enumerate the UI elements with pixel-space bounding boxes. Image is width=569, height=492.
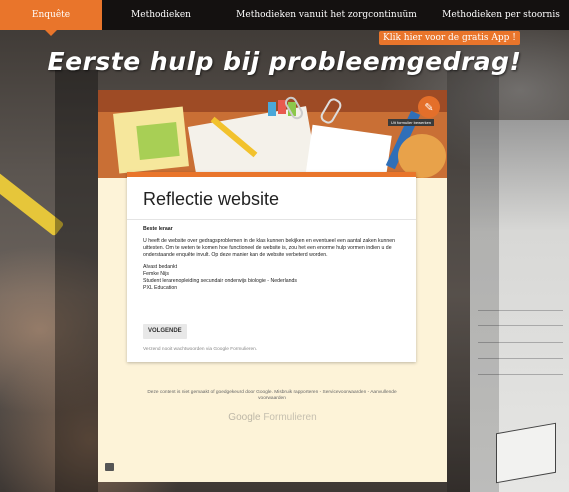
intro-text: U heeft de website over gedragsproblemen… (143, 238, 396, 258)
form-title: Reflectie website (143, 189, 280, 209)
nav-item-enquete[interactable]: Enquête (0, 0, 102, 36)
edit-form-button[interactable]: ✎ (418, 96, 440, 118)
signature-org: PXL Education (143, 285, 178, 291)
background-shade-right (447, 70, 499, 492)
nav-item-per-stoornis[interactable]: Methodieken per stoornis (433, 0, 569, 30)
google-forms-logo[interactable]: Google Formulieren (98, 412, 447, 423)
thanks-text: Alvast bedankt (143, 264, 178, 270)
background-shade-left (55, 70, 98, 492)
form-header-image (98, 90, 447, 178)
password-warning: Verzend nooit wachtwoorden via Google Fo… (143, 347, 258, 352)
page-headline: Eerste hulp bij probleemgedrag! (47, 47, 522, 76)
greeting: Beste leraar (143, 226, 173, 232)
google-wordmark: Google (228, 412, 261, 423)
edit-form-tooltip: Uit formulier bewerken (388, 119, 435, 126)
nav-item-zorgcontinuum[interactable]: Methodieken vanuit het zorgcontinuüm (220, 0, 433, 30)
free-app-link[interactable]: Klik hier voor de gratis App ! (379, 31, 520, 45)
embedded-google-form: ✎ Uit formulier bewerken Reflectie websi… (98, 90, 447, 482)
form-footer-disclaimer[interactable]: Deze content is niet gemaakt of goedgeke… (138, 390, 406, 402)
form-card: Reflectie website Beste leraar U heeft d… (127, 172, 416, 362)
formulieren-wordmark: Formulieren (263, 412, 317, 423)
signature-role: Student lerarenopleiding secundair onder… (143, 278, 297, 284)
title-divider (127, 219, 416, 220)
next-button[interactable]: VOLGENDE (143, 324, 187, 339)
background-cube-sketch (496, 422, 556, 484)
form-description: Beste leraar U heeft de website over ged… (143, 226, 405, 292)
pencil-edit-icon: ✎ (424, 101, 434, 114)
top-navigation: Enquête Methodieken Methodieken vanuit h… (0, 0, 569, 36)
signature-name: Femke Nijs (143, 271, 169, 277)
nav-item-methodieken[interactable]: Methodieken (102, 0, 220, 30)
report-flag-icon[interactable] (105, 463, 114, 471)
